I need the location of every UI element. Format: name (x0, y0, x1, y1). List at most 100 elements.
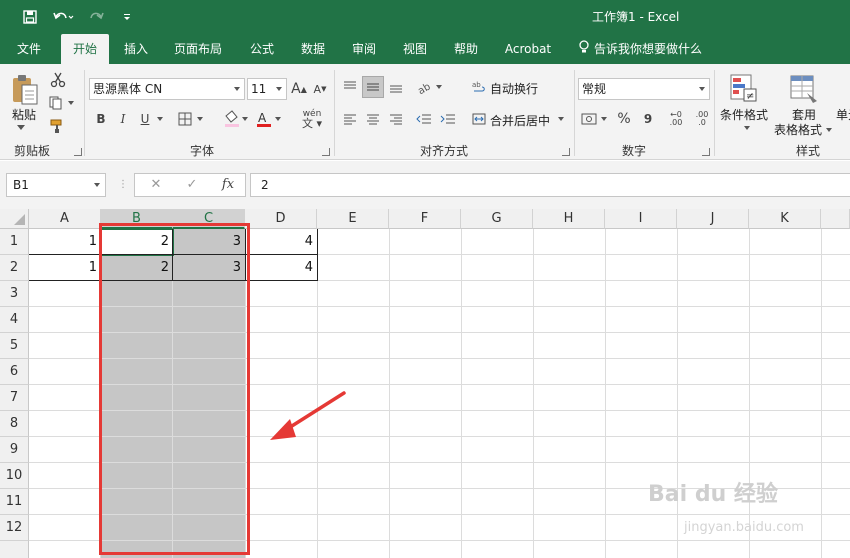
font-size-select[interactable]: 11 (247, 78, 287, 100)
increase-indent-icon[interactable] (438, 108, 458, 130)
decrease-indent-icon[interactable] (414, 108, 434, 130)
align-middle-icon[interactable] (362, 76, 384, 98)
alignment-launcher-icon[interactable] (562, 148, 570, 156)
row-header-6[interactable]: 6 (0, 359, 29, 385)
underline-button[interactable]: U (136, 108, 154, 130)
save-icon[interactable] (20, 7, 40, 27)
phonetic-guide-icon[interactable]: wén 文 ▾ (296, 108, 328, 130)
tab-home[interactable]: 开始 (61, 34, 109, 64)
align-right-icon[interactable] (386, 108, 406, 130)
cut-icon[interactable] (48, 70, 68, 90)
orientation-icon[interactable]: ab (414, 76, 446, 98)
tab-formulas[interactable]: 公式 (240, 34, 284, 64)
paste-label[interactable]: 粘贴 (12, 106, 36, 123)
formula-bar-grip[interactable]: ⋮ (118, 179, 128, 190)
row-header-4[interactable]: 4 (0, 307, 29, 333)
italic-button[interactable]: I (114, 108, 132, 130)
tab-review[interactable]: 审阅 (342, 34, 386, 64)
conditional-formatting-label[interactable]: 条件格式 (720, 106, 768, 123)
number-group-label: 数字 (622, 144, 647, 158)
font-launcher-icon[interactable] (322, 148, 330, 156)
cell-d1[interactable]: 4 (245, 229, 317, 255)
font-color-icon[interactable]: A (254, 108, 284, 130)
ribbon-home: 粘贴 剪贴板 思源黑体 CN 11 A ▲ A ▼ B I U A wén 文 ▾ 字… (0, 64, 850, 160)
wrap-text-label[interactable]: 自动换行 (490, 80, 538, 97)
cell-d2[interactable]: 4 (245, 255, 317, 281)
copy-icon[interactable] (46, 94, 78, 112)
cell-a1[interactable]: 1 (29, 229, 101, 255)
increase-font-size-button[interactable]: A ▲ (290, 78, 308, 100)
row-header-10[interactable]: 10 (0, 463, 29, 489)
decrease-font-size-button[interactable]: A ▼ (311, 78, 329, 100)
column-header-i[interactable]: I (605, 209, 677, 229)
row-header-1[interactable]: 1 (0, 229, 29, 255)
tell-me-search[interactable]: 告诉我你想要做什么 (578, 34, 702, 64)
row-header-12[interactable]: 12 (0, 515, 29, 541)
conditional-formatting-icon[interactable]: ≠ (728, 72, 760, 106)
conditional-dropdown-icon[interactable] (742, 124, 752, 132)
align-center-icon[interactable] (363, 108, 383, 130)
merge-dropdown-icon[interactable] (556, 114, 566, 124)
column-header-f[interactable]: F (389, 209, 461, 229)
underline-dropdown-icon[interactable] (155, 114, 165, 124)
increase-decimal-button[interactable]: ←0.00 (664, 108, 688, 130)
tab-page-layout[interactable]: 页面布局 (166, 34, 230, 64)
tab-data[interactable]: 数据 (291, 34, 335, 64)
row-header-8[interactable]: 8 (0, 411, 29, 437)
enter-icon[interactable]: ✓ (179, 174, 205, 196)
insert-function-icon[interactable]: fx (215, 174, 241, 196)
fill-color-icon[interactable] (222, 108, 250, 130)
align-left-icon[interactable] (340, 108, 360, 130)
column-header-a[interactable]: A (29, 209, 101, 229)
borders-icon[interactable] (176, 108, 206, 130)
clipboard-launcher-icon[interactable] (74, 148, 82, 156)
row-header-partial[interactable] (0, 541, 29, 558)
wrap-text-icon[interactable]: ab (470, 76, 488, 98)
tab-acrobat[interactable]: Acrobat (498, 34, 558, 64)
number-format-select[interactable]: 常规 (578, 78, 710, 100)
select-all-corner[interactable] (0, 209, 29, 229)
row-header-2[interactable]: 2 (0, 255, 29, 281)
row-header-11[interactable]: 11 (0, 489, 29, 515)
merge-center-icon[interactable] (470, 108, 488, 130)
tab-insert[interactable]: 插入 (114, 34, 158, 64)
column-header-g[interactable]: G (461, 209, 533, 229)
cell-styles-label[interactable]: 单元 (836, 106, 850, 123)
cell-a2[interactable]: 1 (29, 255, 101, 281)
cancel-icon[interactable]: ✕ (143, 174, 169, 196)
tab-file[interactable]: 文件 (6, 34, 52, 64)
redo-icon[interactable] (86, 7, 112, 27)
row-header-3[interactable]: 3 (0, 281, 29, 307)
paste-dropdown-icon[interactable] (14, 124, 28, 132)
column-header-j[interactable]: J (677, 209, 749, 229)
merge-center-label[interactable]: 合并后居中 (490, 112, 550, 129)
formula-input[interactable]: 2 (250, 173, 850, 197)
row-header-7[interactable]: 7 (0, 385, 29, 411)
decrease-decimal-button[interactable]: .00.0 (690, 108, 714, 130)
customize-quick-access-icon[interactable] (120, 7, 134, 27)
column-header-partial[interactable] (821, 209, 850, 229)
percent-button[interactable]: % (614, 108, 634, 130)
font-name-select[interactable]: 思源黑体 CN (89, 78, 245, 100)
column-header-k[interactable]: K (749, 209, 821, 229)
align-bottom-icon[interactable] (386, 76, 406, 98)
accounting-format-icon[interactable] (580, 108, 610, 130)
comma-style-button[interactable]: 9 (640, 108, 656, 130)
tab-help[interactable]: 帮助 (444, 34, 488, 64)
format-as-table-icon[interactable] (788, 72, 820, 106)
column-header-e[interactable]: E (317, 209, 389, 229)
name-box[interactable]: B1 (6, 173, 106, 197)
column-header-d[interactable]: D (245, 209, 317, 229)
tab-view[interactable]: 视图 (393, 34, 437, 64)
bold-button[interactable]: B (92, 108, 110, 130)
undo-icon[interactable] (50, 7, 78, 27)
column-header-h[interactable]: H (533, 209, 605, 229)
paste-icon[interactable] (8, 70, 42, 110)
row-header-9[interactable]: 9 (0, 437, 29, 463)
number-launcher-icon[interactable] (702, 148, 710, 156)
format-as-table-line2[interactable]: 表格格式 (774, 121, 822, 138)
row-header-5[interactable]: 5 (0, 333, 29, 359)
format-painter-icon[interactable] (48, 116, 68, 136)
format-table-dropdown-icon[interactable] (824, 126, 834, 134)
align-top-icon[interactable] (340, 76, 360, 98)
